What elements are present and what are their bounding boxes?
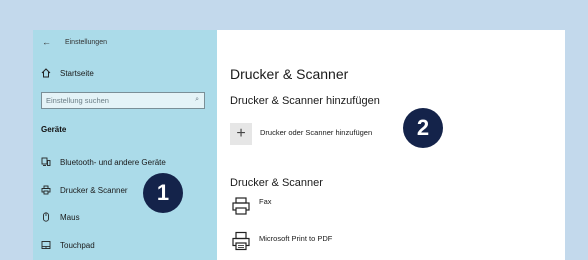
annotation-badge-2: 2 [403,108,443,148]
printer-name-fax[interactable]: Fax [259,197,272,206]
settings-sidebar: ← Einstellungen Startseite Einstellung s… [33,30,217,260]
page-title: Drucker & Scanner [230,66,349,82]
mouse-icon [41,212,51,222]
back-button[interactable]: ← Einstellungen [42,37,107,47]
sidebar-item-bluetooth[interactable]: Bluetooth- und andere Geräte [41,157,166,167]
search-placeholder: Einstellung suchen [46,96,109,105]
add-printer-label[interactable]: Drucker oder Scanner hinzufügen [260,128,372,137]
search-input[interactable]: Einstellung suchen ⌕ [41,92,205,109]
home-icon [41,68,51,78]
touchpad-icon [41,240,51,250]
printers-list-heading: Drucker & Scanner [230,177,323,189]
sidebar-item-label: Touchpad [60,240,95,250]
printer-icon [41,185,51,195]
sidebar-item-mouse[interactable]: Maus [41,212,80,222]
printer-name-pdf[interactable]: Microsoft Print to PDF [259,234,332,243]
back-label: Einstellungen [64,39,107,46]
settings-window: ← Einstellungen Startseite Einstellung s… [33,30,565,260]
pdf-printer-icon[interactable] [230,230,252,252]
search-icon: ⌕ [195,96,199,103]
main-content: Drucker & Scanner Drucker & Scanner hinz… [217,30,565,260]
sidebar-item-home[interactable]: Startseite [41,68,94,78]
bluetooth-devices-icon [41,157,51,167]
sidebar-item-printers[interactable]: Drucker & Scanner [41,185,128,195]
sidebar-item-label: Startseite [60,68,94,78]
add-section-heading: Drucker & Scanner hinzufügen [230,95,380,107]
fax-printer-icon[interactable] [230,195,252,217]
annotation-badge-1: 1 [143,173,183,213]
section-label-devices: Geräte [41,125,67,134]
add-printer-button[interactable]: + [230,123,252,145]
sidebar-item-label: Drucker & Scanner [60,185,128,195]
back-arrow-icon: ← [42,37,51,47]
sidebar-item-touchpad[interactable]: Touchpad [41,240,95,250]
plus-icon: + [236,125,246,142]
sidebar-item-label: Maus [60,212,80,222]
sidebar-item-label: Bluetooth- und andere Geräte [60,157,166,167]
